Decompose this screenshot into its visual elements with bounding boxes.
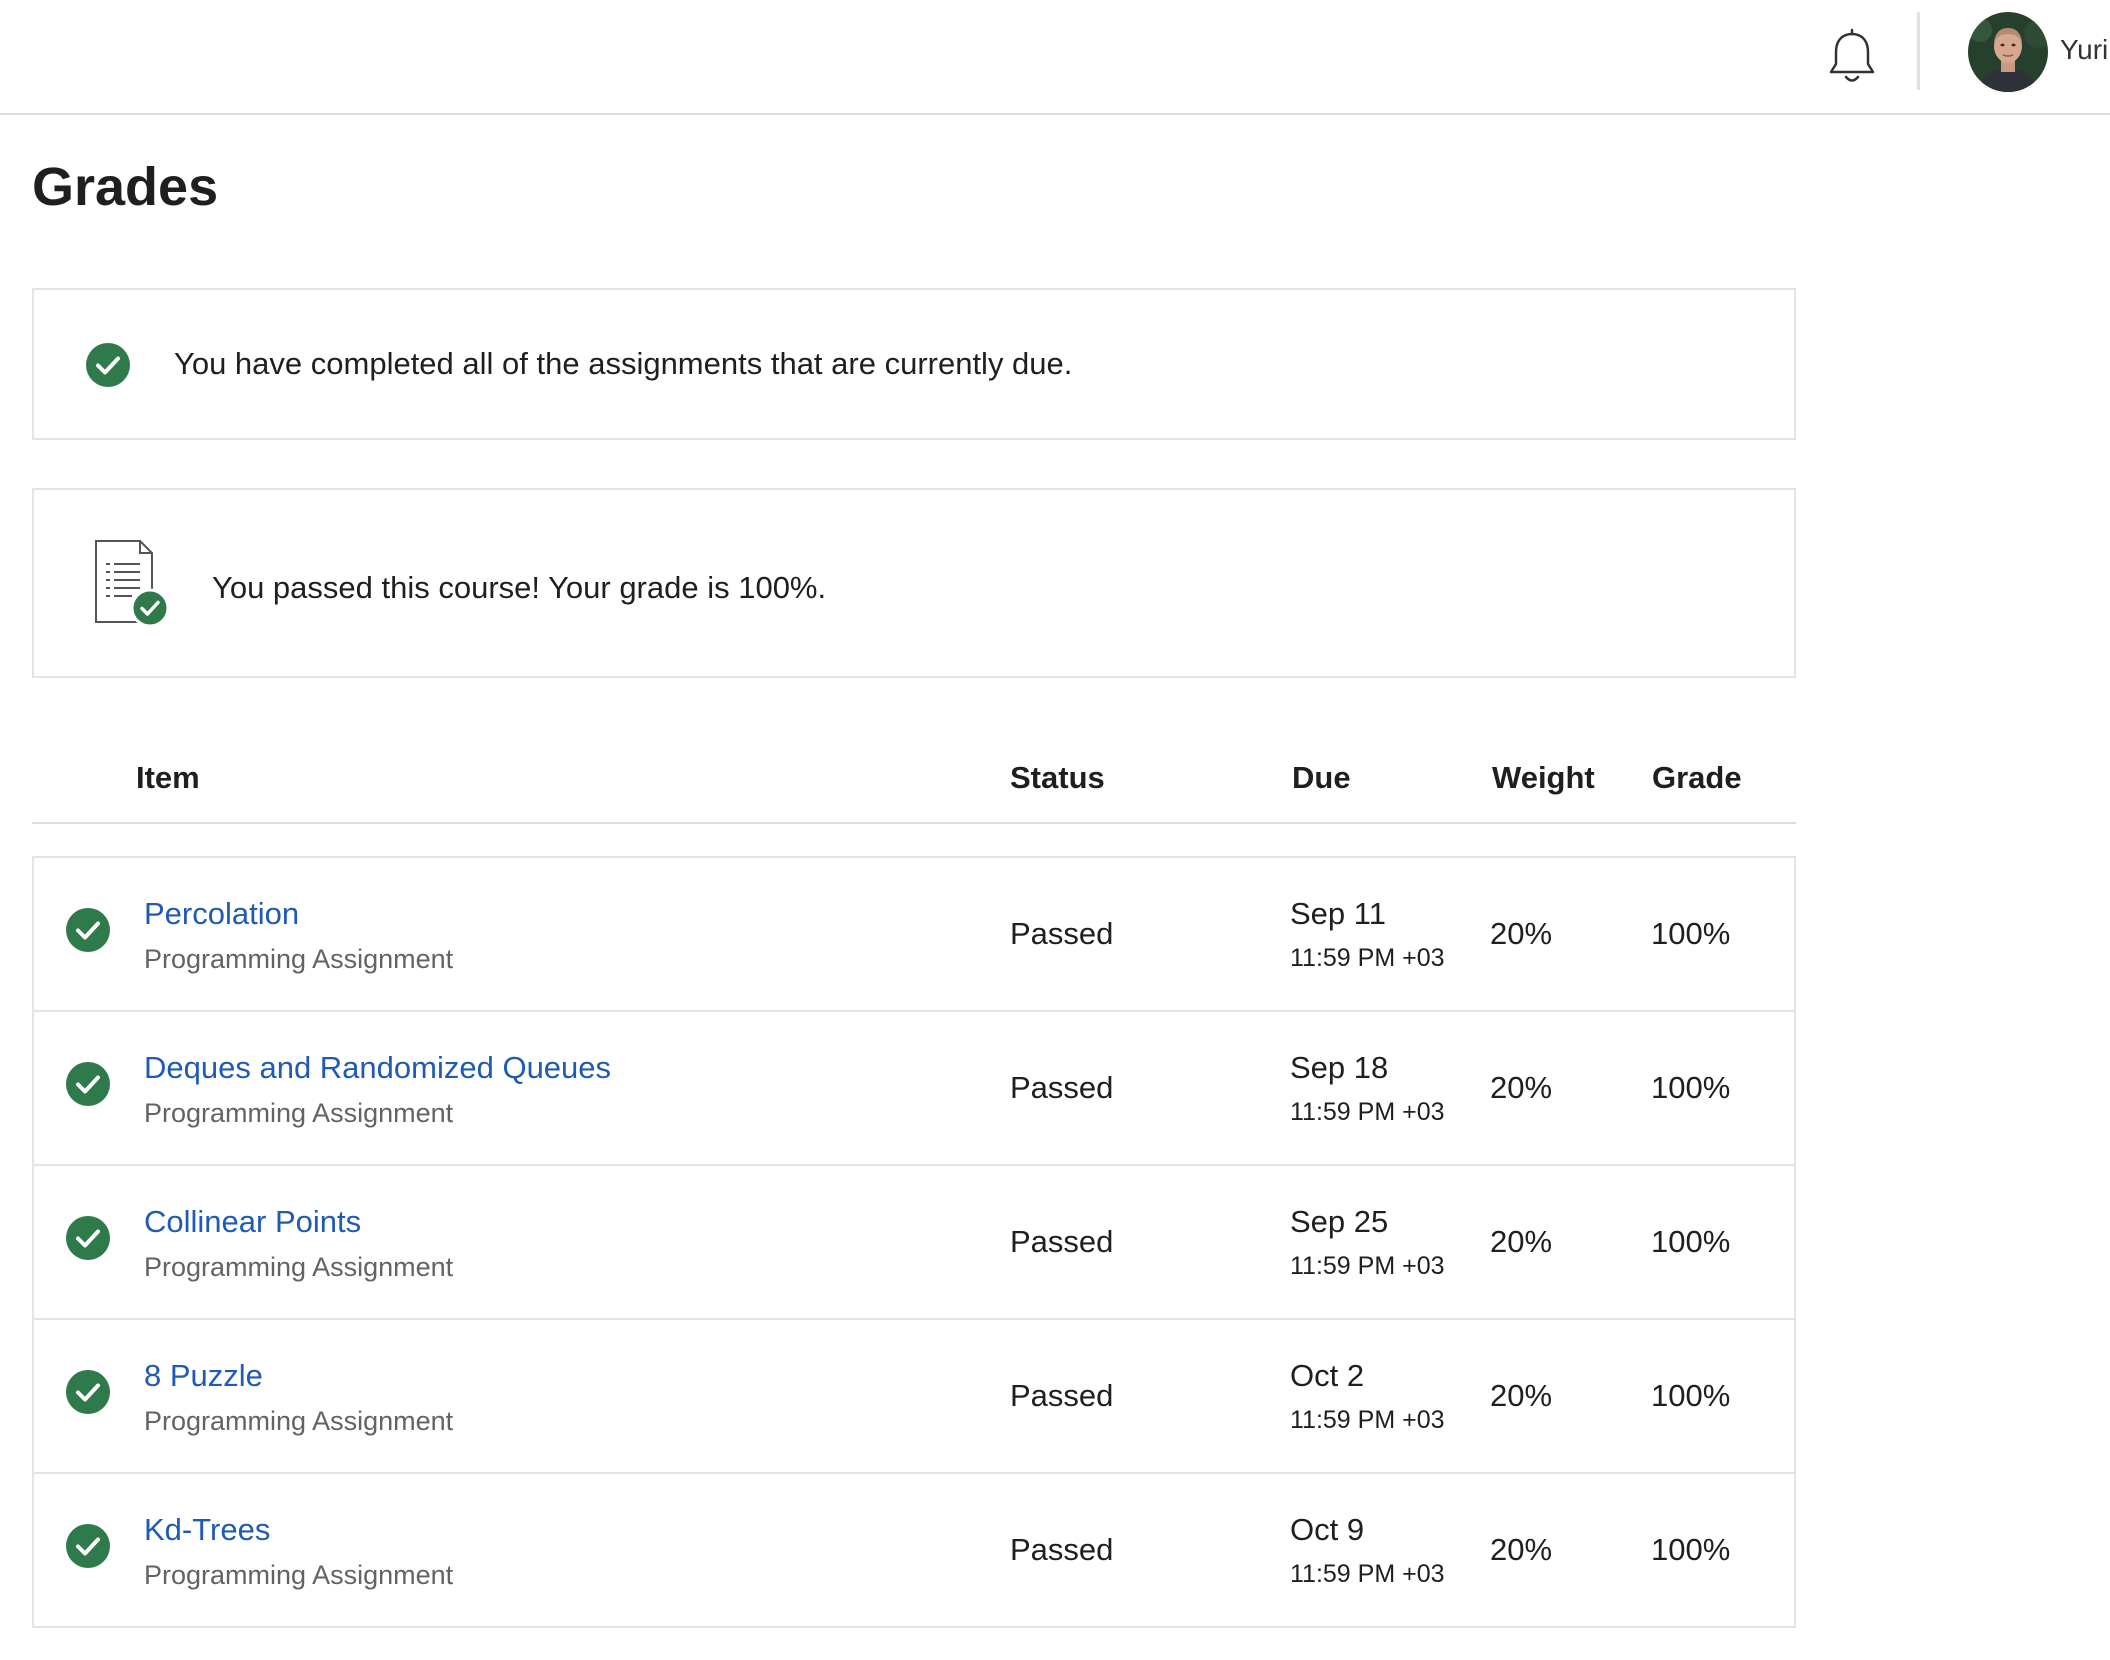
table-row: Kd-Trees Programming Assignment Passed O…: [34, 1472, 1794, 1626]
status-text: Passed: [1010, 1224, 1114, 1259]
due-date: Sep 11: [1290, 896, 1386, 931]
table-row: Collinear Points Programming Assignment …: [34, 1164, 1794, 1318]
due-date: Oct 9: [1290, 1512, 1365, 1547]
weight-value: 20%: [1490, 1532, 1553, 1567]
assignment-link[interactable]: Deques and Randomized Queues: [144, 1050, 611, 1086]
check-circle-icon: [86, 343, 130, 387]
check-circle-icon: [66, 1216, 110, 1260]
weight-value: 20%: [1490, 1224, 1553, 1259]
status-text: Passed: [1010, 1070, 1114, 1105]
check-circle-icon: [66, 908, 110, 952]
username-label[interactable]: Yuri: [2060, 34, 2108, 66]
grades-table-body: Percolation Programming Assignment Passe…: [32, 856, 1796, 1628]
due-time: 11:59 PM +03: [1290, 1406, 1445, 1434]
grade-value: 100%: [1651, 916, 1731, 951]
assignment-type: Programming Assignment: [144, 1098, 454, 1128]
top-bar: Yuri: [0, 0, 2110, 115]
assignment-type: Programming Assignment: [144, 1252, 454, 1282]
passed-notice: You passed this course! Your grade is 10…: [32, 488, 1796, 678]
assignment-link[interactable]: 8 Puzzle: [144, 1358, 263, 1394]
status-text: Passed: [1010, 916, 1114, 951]
due-time: 11:59 PM +03: [1290, 1560, 1445, 1588]
grade-value: 100%: [1651, 1224, 1731, 1259]
grade-value: 100%: [1651, 1378, 1731, 1413]
column-header-weight: Weight: [1492, 760, 1595, 795]
column-header-item: Item: [136, 760, 200, 795]
weight-value: 20%: [1490, 1070, 1553, 1105]
due-time: 11:59 PM +03: [1290, 944, 1445, 972]
user-avatar[interactable]: [1968, 12, 2048, 92]
passed-message: You passed this course! Your grade is 10…: [212, 570, 827, 605]
table-row: Percolation Programming Assignment Passe…: [34, 858, 1794, 1010]
completed-notice: You have completed all of the assignment…: [32, 288, 1796, 440]
assignment-type: Programming Assignment: [144, 1406, 454, 1436]
assignment-link[interactable]: Kd-Trees: [144, 1512, 270, 1548]
due-date: Sep 18: [1290, 1050, 1389, 1085]
weight-value: 20%: [1490, 916, 1553, 951]
due-time: 11:59 PM +03: [1290, 1098, 1445, 1126]
assignment-type: Programming Assignment: [144, 1560, 454, 1590]
grade-value: 100%: [1651, 1532, 1731, 1567]
check-circle-icon: [66, 1062, 110, 1106]
completed-message: You have completed all of the assignment…: [174, 346, 1073, 381]
status-text: Passed: [1010, 1532, 1114, 1567]
check-circle-icon: [66, 1370, 110, 1414]
due-time: 11:59 PM +03: [1290, 1252, 1445, 1280]
bell-icon[interactable]: [1825, 28, 1879, 86]
assignment-link[interactable]: Percolation: [144, 896, 299, 932]
assignment-type: Programming Assignment: [144, 944, 454, 974]
table-row: 8 Puzzle Programming Assignment Passed O…: [34, 1318, 1794, 1472]
grade-value: 100%: [1651, 1070, 1731, 1105]
check-circle-icon: [66, 1524, 110, 1568]
column-header-status: Status: [1010, 760, 1105, 795]
column-header-grade: Grade: [1652, 760, 1742, 795]
grades-table-header: Item Status Due Weight Grade: [32, 740, 1796, 824]
document-check-icon: [92, 538, 172, 628]
due-date: Sep 25: [1290, 1204, 1389, 1239]
status-text: Passed: [1010, 1378, 1114, 1413]
table-row: Deques and Randomized Queues Programming…: [34, 1010, 1794, 1164]
due-date: Oct 2: [1290, 1358, 1365, 1393]
header-divider: [1917, 12, 1920, 90]
page-title: Grades: [32, 157, 219, 217]
column-header-due: Due: [1292, 760, 1351, 795]
weight-value: 20%: [1490, 1378, 1553, 1413]
assignment-link[interactable]: Collinear Points: [144, 1204, 361, 1240]
